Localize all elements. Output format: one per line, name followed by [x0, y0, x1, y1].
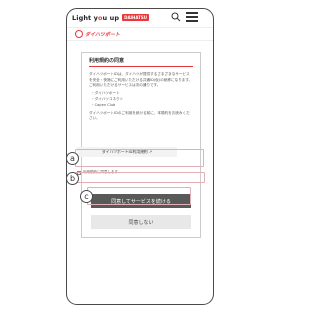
brand-badge: DAIHATSU: [122, 14, 150, 21]
terms-intro: ダイハツポートIDは、ダイハツが提供するさまざまなサービスを安全・快適にご利用い…: [89, 72, 193, 82]
site-logo-text[interactable]: ダイハツポート: [85, 31, 120, 38]
callout-box-b: [75, 172, 205, 183]
services-lead: ご利用いただけるサービスは次の通りです。: [89, 83, 161, 88]
terms-closing: ダイハツポートIDのご利用を続ける前に、本規約をお読みください。: [89, 110, 190, 121]
daihatsu-port-logo-icon: [75, 30, 83, 38]
page-title: 利用規約の同意: [89, 58, 125, 64]
callout-box-c: [87, 187, 191, 205]
brand-text-rest: u up: [102, 13, 120, 22]
brand-text: Light y: [72, 13, 98, 22]
marker-b: b: [66, 172, 79, 185]
top-bar: Light you up DAIHATSU: [67, 9, 213, 26]
services-list: ダイハツポート ダイハツコネクト Capen Club: [91, 90, 193, 108]
search-icon[interactable]: [171, 12, 181, 22]
title-divider: [89, 66, 193, 67]
callout-box-a: [75, 149, 204, 167]
site-subheader: ダイハツポート: [67, 27, 213, 41]
marker-c: c: [80, 190, 93, 203]
hamburger-menu-icon[interactable]: [186, 12, 198, 23]
decline-button[interactable]: 同意しない: [91, 215, 191, 229]
list-item: Capen Club: [91, 102, 193, 108]
marker-a: a: [66, 152, 79, 165]
brand-logo[interactable]: Light you up: [72, 14, 119, 22]
terms-card: 利用規約の同意 ダイハツポートIDは、ダイハツが提供するさまざまなサービスを安全…: [81, 52, 201, 238]
